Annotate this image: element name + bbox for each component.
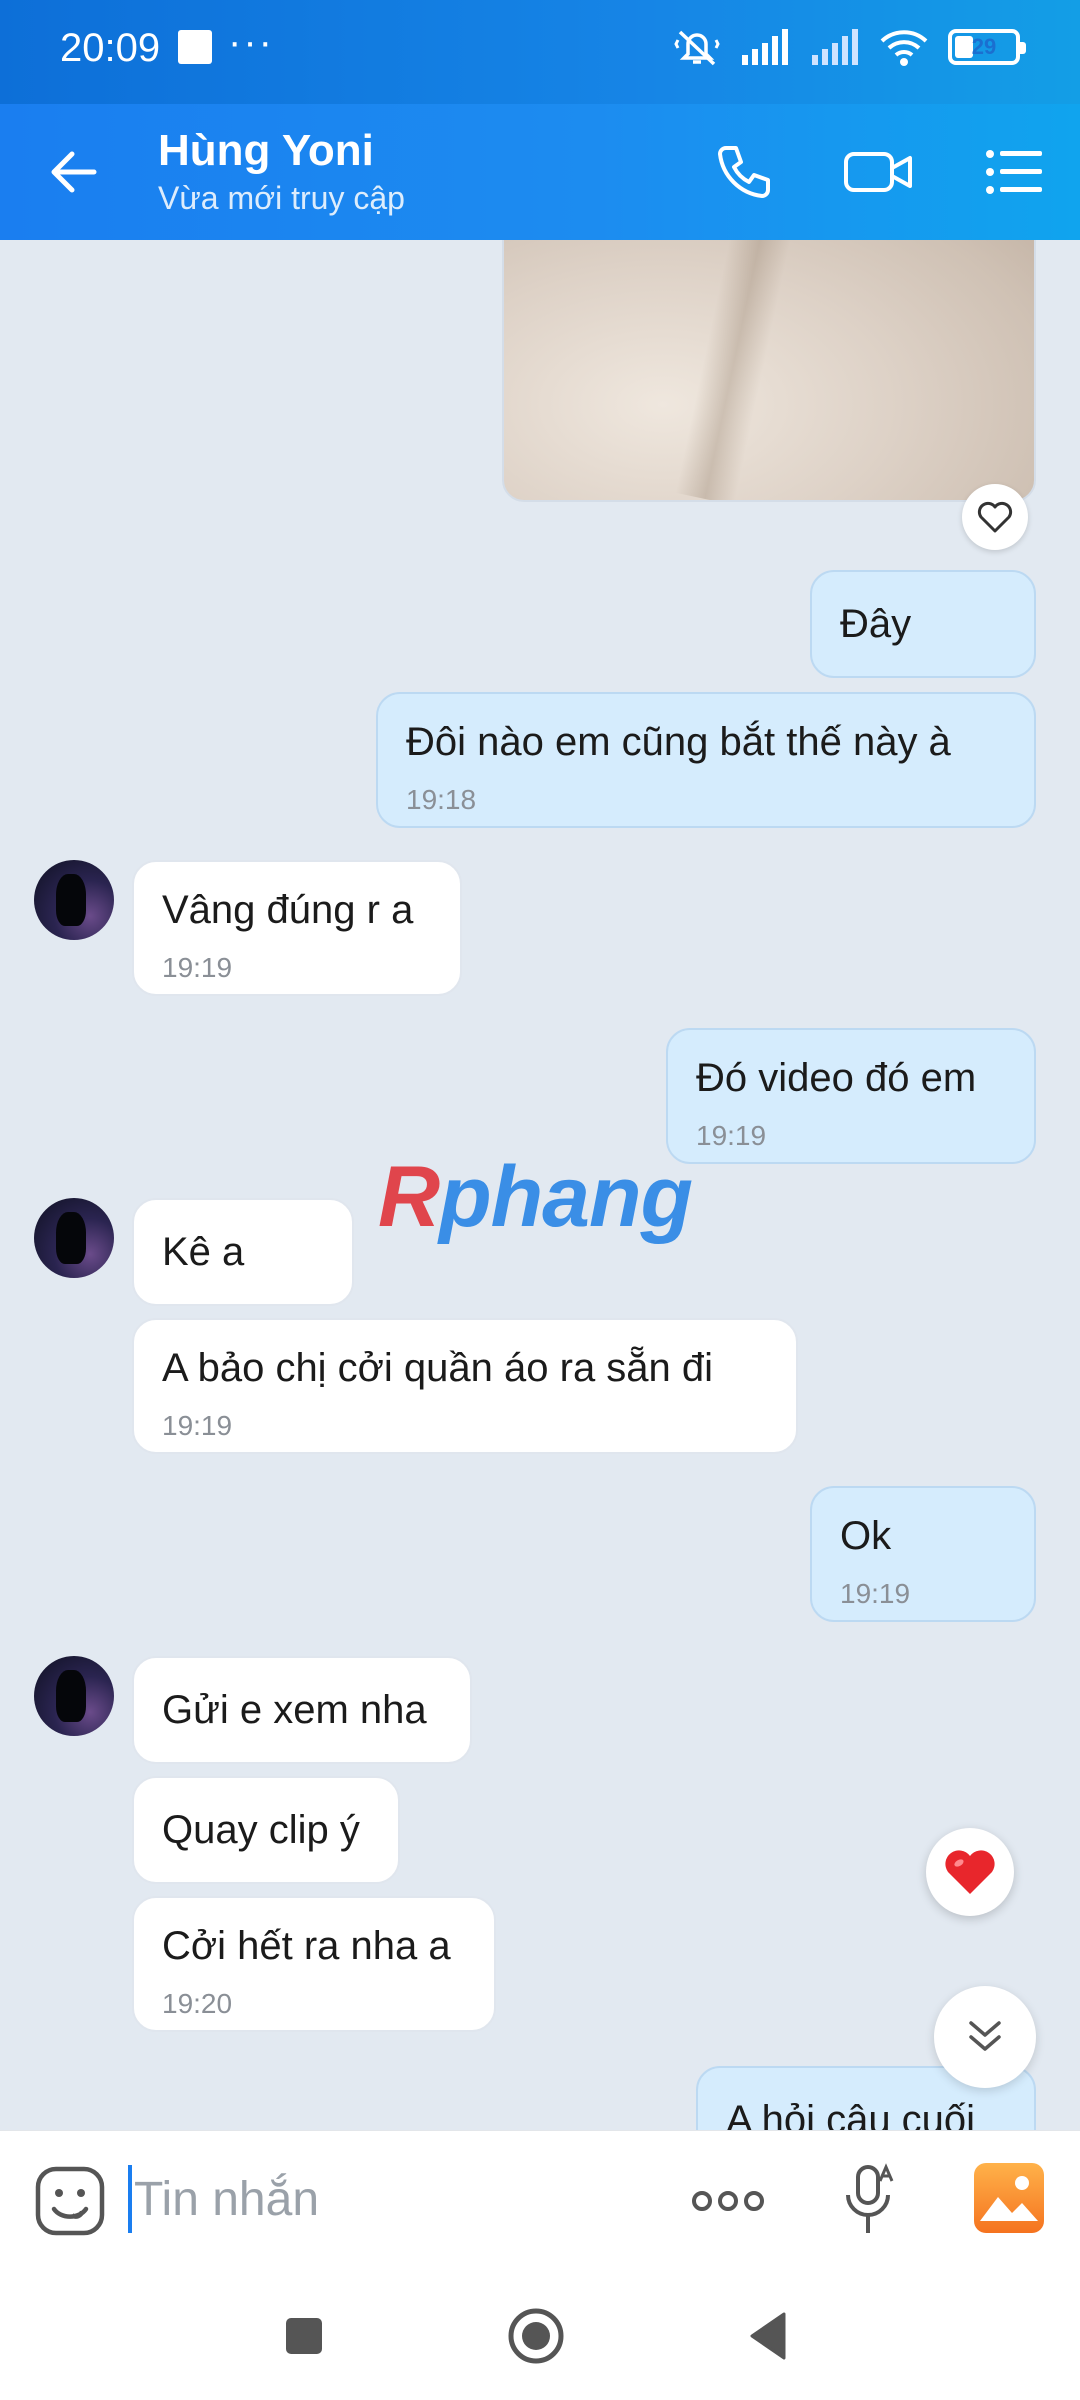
status-bar: 20:09 ··· 29: [0, 0, 1080, 104]
notification-icon: [178, 30, 212, 64]
message-text: Quay clip ý: [162, 1808, 360, 1852]
back-nav-icon[interactable]: [736, 2304, 800, 2368]
message-bubble-incoming[interactable]: Cởi hết ra nha a 19:20: [132, 1896, 496, 2032]
voice-to-text-icon[interactable]: [840, 2161, 900, 2241]
contact-name[interactable]: Hùng Yoni: [158, 126, 374, 176]
message-text: Ok: [840, 1514, 892, 1558]
mute-vibrate-icon: [674, 30, 720, 66]
recent-apps-icon[interactable]: [272, 2304, 336, 2368]
phone-call-icon[interactable]: [712, 140, 776, 204]
more-notifications-icon: ···: [228, 20, 274, 64]
contact-avatar[interactable]: [34, 1656, 114, 1736]
message-list[interactable]: Đây Đôi nào em cũng bắt thế này à 19:18 …: [0, 240, 1080, 2130]
message-bubble-incoming[interactable]: Kê a: [132, 1198, 354, 1306]
status-icons: 29: [674, 24, 1026, 70]
wifi-icon: [880, 30, 928, 66]
chat-header: Hùng Yoni Vừa mới truy cập: [0, 104, 1080, 240]
message-bubble-outgoing[interactable]: Đây: [810, 570, 1036, 678]
message-time: 19:19: [162, 1410, 233, 1441]
signal-icon-2: [812, 29, 858, 65]
red-heart-icon: [945, 1850, 995, 1894]
system-navigation-bar: [0, 2270, 1080, 2400]
video-call-icon[interactable]: [842, 140, 914, 204]
message-bubble-incoming[interactable]: Vâng đúng r a 19:19: [132, 860, 462, 996]
back-arrow-icon[interactable]: [44, 140, 108, 204]
message-bubble-incoming[interactable]: A bảo chị cởi quần áo ra sẵn đi 19:19: [132, 1318, 798, 1454]
message-time: 19:19: [696, 1120, 767, 1151]
message-text: Đôi nào em cũng bắt thế này à: [406, 720, 951, 764]
message-bubble-incoming[interactable]: Quay clip ý: [132, 1776, 400, 1884]
signal-icon-1: [742, 29, 788, 65]
message-time: 19:19: [162, 952, 233, 983]
message-bubble-outgoing[interactable]: Ok 19:19: [810, 1486, 1036, 1622]
message-input[interactable]: [134, 2161, 654, 2237]
battery-level: 29: [971, 34, 997, 59]
message-text: Vâng đúng r a: [162, 888, 414, 932]
menu-list-icon[interactable]: [982, 140, 1046, 204]
contact-status: Vừa mới truy cập: [158, 180, 405, 216]
message-text: Đó video đó em: [696, 1056, 977, 1100]
battery-icon: 29: [948, 29, 1026, 65]
contact-avatar[interactable]: [34, 1198, 114, 1278]
contact-avatar[interactable]: [34, 860, 114, 940]
more-options-icon[interactable]: [690, 2171, 766, 2231]
message-time: 19:20: [162, 1988, 233, 2019]
image-gallery-icon[interactable]: [974, 2163, 1044, 2233]
message-text: Cởi hết ra nha a: [162, 1924, 451, 1968]
quick-heart-reaction-button[interactable]: [926, 1828, 1014, 1916]
message-text: A hỏi câu cuối: [726, 2098, 976, 2130]
like-reaction-button[interactable]: [962, 484, 1028, 550]
home-icon[interactable]: [504, 2304, 568, 2368]
heart-outline-icon: [977, 501, 1013, 533]
message-composer: [0, 2130, 1080, 2270]
scroll-to-bottom-button[interactable]: [934, 1986, 1036, 2088]
message-text: Đây: [840, 602, 912, 646]
text-cursor: [128, 2165, 132, 2233]
sticker-emoji-icon[interactable]: [34, 2165, 106, 2237]
message-text: A bảo chị cởi quần áo ra sẵn đi: [162, 1346, 714, 1390]
photo-message[interactable]: [502, 240, 1036, 502]
message-text: Gửi e xem nha: [162, 1688, 427, 1732]
watermark-logo: Rphang: [378, 1149, 693, 1245]
message-time: 19:19: [840, 1578, 911, 1609]
message-bubble-outgoing[interactable]: Đó video đó em 19:19: [666, 1028, 1036, 1164]
message-bubble-outgoing[interactable]: Đôi nào em cũng bắt thế này à 19:18: [376, 692, 1036, 828]
message-bubble-incoming[interactable]: Gửi e xem nha: [132, 1656, 472, 1764]
message-text: Kê a: [162, 1230, 245, 1274]
double-chevron-down-icon: [969, 2021, 1001, 2051]
status-time: 20:09: [60, 26, 161, 70]
message-time: 19:18: [406, 784, 477, 815]
